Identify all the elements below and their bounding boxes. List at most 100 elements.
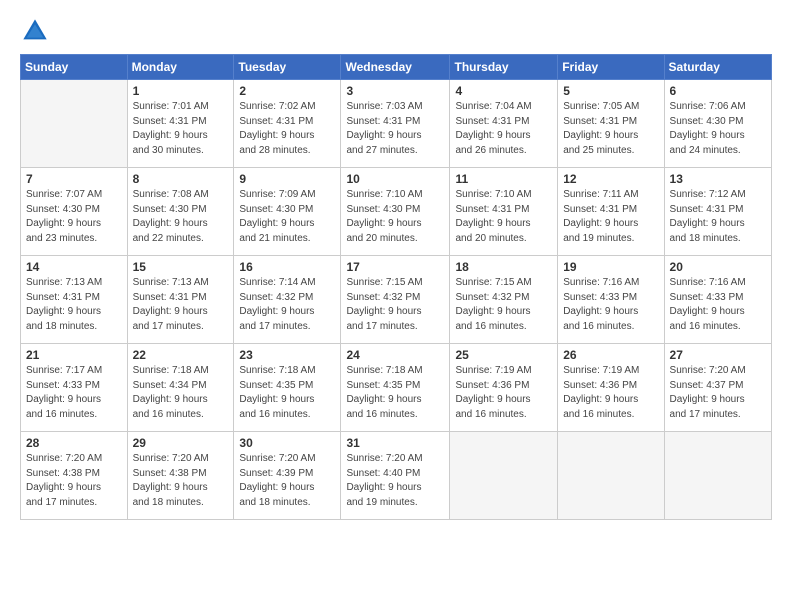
calendar-cell: 21 Sunrise: 7:17 AMSunset: 4:33 PMDayligh… [21, 344, 128, 432]
logo-icon [20, 16, 50, 46]
day-info: Sunrise: 7:02 AMSunset: 4:31 PMDaylight:… [239, 100, 335, 158]
calendar-cell: 12 Sunrise: 7:11 AMSunset: 4:31 PMDayligh… [558, 168, 664, 256]
calendar-cell: 23 Sunrise: 7:18 AMSunset: 4:35 PMDayligh… [234, 344, 341, 432]
day-info: Sunrise: 7:20 AMSunset: 4:39 PMDaylight:… [239, 452, 335, 510]
calendar-header-row: SundayMondayTuesdayWednesdayThursdayFrid… [21, 55, 772, 80]
day-number: 9 [239, 172, 335, 186]
calendar-cell: 6Sunrise: 7:06 AMSunset: 4:30 PMDaylight… [664, 80, 771, 168]
day-number: 14 [26, 260, 122, 274]
calendar-cell: 27Sunrise: 7:20 AMSunset: 4:37 PMDayligh… [664, 344, 771, 432]
calendar-week-1: 1 Sunrise: 7:01 AMSunset: 4:31 PMDaylight… [21, 80, 772, 168]
day-number: 19 [563, 260, 658, 274]
day-number: 18 [455, 260, 552, 274]
day-info: Sunrise: 7:16 AMSunset: 4:33 PMDaylight:… [670, 276, 766, 334]
calendar-cell: 14Sunrise: 7:13 AMSunset: 4:31 PMDayligh… [21, 256, 128, 344]
calendar-cell: 16Sunrise: 7:14 AMSunset: 4:32 PMDayligh… [234, 256, 341, 344]
calendar-cell: 19 Sunrise: 7:16 AMSunset: 4:33 PMDayligh… [558, 256, 664, 344]
day-number: 8 [133, 172, 229, 186]
day-number: 16 [239, 260, 335, 274]
calendar-cell [450, 432, 558, 520]
day-number: 10 [346, 172, 444, 186]
day-info: Sunrise: 7:09 AMSunset: 4:30 PMDaylight:… [239, 188, 335, 246]
calendar-week-3: 14Sunrise: 7:13 AMSunset: 4:31 PMDayligh… [21, 256, 772, 344]
calendar-cell: 20 Sunrise: 7:16 AMSunset: 4:33 PMDayligh… [664, 256, 771, 344]
day-info: Sunrise: 7:15 AMSunset: 4:32 PMDaylight:… [455, 276, 552, 334]
calendar-cell: 11Sunrise: 7:10 AMSunset: 4:31 PMDayligh… [450, 168, 558, 256]
day-info: Sunrise: 7:04 AMSunset: 4:31 PMDaylight:… [455, 100, 552, 158]
day-header-tuesday: Tuesday [234, 55, 341, 80]
calendar-week-2: 7 Sunrise: 7:07 AMSunset: 4:30 PMDaylight… [21, 168, 772, 256]
day-info: Sunrise: 7:08 AMSunset: 4:30 PMDaylight:… [133, 188, 229, 246]
day-number: 20 [670, 260, 766, 274]
calendar-cell: 3 Sunrise: 7:03 AMSunset: 4:31 PMDaylight… [341, 80, 450, 168]
calendar-cell [21, 80, 128, 168]
page: SundayMondayTuesdayWednesdayThursdayFrid… [0, 0, 792, 612]
day-number: 15 [133, 260, 229, 274]
header [20, 16, 772, 46]
logo [20, 16, 54, 46]
calendar-cell: 24 Sunrise: 7:18 AMSunset: 4:35 PMDayligh… [341, 344, 450, 432]
day-header-thursday: Thursday [450, 55, 558, 80]
day-info: Sunrise: 7:11 AMSunset: 4:31 PMDaylight:… [563, 188, 658, 246]
day-info: Sunrise: 7:03 AMSunset: 4:31 PMDaylight:… [346, 100, 444, 158]
calendar-cell: 2Sunrise: 7:02 AMSunset: 4:31 PMDaylight… [234, 80, 341, 168]
day-info: Sunrise: 7:19 AMSunset: 4:36 PMDaylight:… [455, 364, 552, 422]
calendar-cell: 22Sunrise: 7:18 AMSunset: 4:34 PMDayligh… [127, 344, 234, 432]
calendar-week-5: 28 Sunrise: 7:20 AMSunset: 4:38 PMDayligh… [21, 432, 772, 520]
calendar-cell: 29Sunrise: 7:20 AMSunset: 4:38 PMDayligh… [127, 432, 234, 520]
calendar-cell [664, 432, 771, 520]
calendar-cell [558, 432, 664, 520]
day-number: 28 [26, 436, 122, 450]
day-number: 24 [346, 348, 444, 362]
day-info: Sunrise: 7:19 AMSunset: 4:36 PMDaylight:… [563, 364, 658, 422]
day-header-saturday: Saturday [664, 55, 771, 80]
day-number: 1 [133, 84, 229, 98]
day-info: Sunrise: 7:10 AMSunset: 4:31 PMDaylight:… [455, 188, 552, 246]
calendar-cell: 17 Sunrise: 7:15 AMSunset: 4:32 PMDayligh… [341, 256, 450, 344]
calendar-cell: 18 Sunrise: 7:15 AMSunset: 4:32 PMDayligh… [450, 256, 558, 344]
day-number: 6 [670, 84, 766, 98]
day-number: 27 [670, 348, 766, 362]
day-info: Sunrise: 7:20 AMSunset: 4:40 PMDaylight:… [346, 452, 444, 510]
day-info: Sunrise: 7:01 AMSunset: 4:31 PMDaylight:… [133, 100, 229, 158]
calendar-cell: 9 Sunrise: 7:09 AMSunset: 4:30 PMDaylight… [234, 168, 341, 256]
calendar-cell: 15Sunrise: 7:13 AMSunset: 4:31 PMDayligh… [127, 256, 234, 344]
day-number: 25 [455, 348, 552, 362]
calendar-cell: 26 Sunrise: 7:19 AMSunset: 4:36 PMDayligh… [558, 344, 664, 432]
day-info: Sunrise: 7:18 AMSunset: 4:35 PMDaylight:… [346, 364, 444, 422]
day-info: Sunrise: 7:05 AMSunset: 4:31 PMDaylight:… [563, 100, 658, 158]
day-info: Sunrise: 7:18 AMSunset: 4:34 PMDaylight:… [133, 364, 229, 422]
day-number: 5 [563, 84, 658, 98]
day-number: 12 [563, 172, 658, 186]
day-info: Sunrise: 7:12 AMSunset: 4:31 PMDaylight:… [670, 188, 766, 246]
day-number: 30 [239, 436, 335, 450]
calendar-cell: 7 Sunrise: 7:07 AMSunset: 4:30 PMDaylight… [21, 168, 128, 256]
day-info: Sunrise: 7:16 AMSunset: 4:33 PMDaylight:… [563, 276, 658, 334]
day-info: Sunrise: 7:07 AMSunset: 4:30 PMDaylight:… [26, 188, 122, 246]
calendar-cell: 30 Sunrise: 7:20 AMSunset: 4:39 PMDayligh… [234, 432, 341, 520]
day-number: 7 [26, 172, 122, 186]
day-header-wednesday: Wednesday [341, 55, 450, 80]
day-number: 23 [239, 348, 335, 362]
day-number: 13 [670, 172, 766, 186]
day-info: Sunrise: 7:10 AMSunset: 4:30 PMDaylight:… [346, 188, 444, 246]
day-number: 3 [346, 84, 444, 98]
day-header-sunday: Sunday [21, 55, 128, 80]
calendar-cell: 31Sunrise: 7:20 AMSunset: 4:40 PMDayligh… [341, 432, 450, 520]
calendar-cell: 13 Sunrise: 7:12 AMSunset: 4:31 PMDayligh… [664, 168, 771, 256]
calendar-cell: 28 Sunrise: 7:20 AMSunset: 4:38 PMDayligh… [21, 432, 128, 520]
day-header-friday: Friday [558, 55, 664, 80]
day-info: Sunrise: 7:18 AMSunset: 4:35 PMDaylight:… [239, 364, 335, 422]
day-info: Sunrise: 7:17 AMSunset: 4:33 PMDaylight:… [26, 364, 122, 422]
day-number: 17 [346, 260, 444, 274]
calendar-cell: 5 Sunrise: 7:05 AMSunset: 4:31 PMDaylight… [558, 80, 664, 168]
calendar-cell: 10 Sunrise: 7:10 AMSunset: 4:30 PMDayligh… [341, 168, 450, 256]
calendar-cell: 4 Sunrise: 7:04 AMSunset: 4:31 PMDaylight… [450, 80, 558, 168]
day-info: Sunrise: 7:15 AMSunset: 4:32 PMDaylight:… [346, 276, 444, 334]
day-number: 21 [26, 348, 122, 362]
calendar-cell: 25 Sunrise: 7:19 AMSunset: 4:36 PMDayligh… [450, 344, 558, 432]
calendar-cell: 8 Sunrise: 7:08 AMSunset: 4:30 PMDaylight… [127, 168, 234, 256]
day-number: 4 [455, 84, 552, 98]
day-info: Sunrise: 7:20 AMSunset: 4:38 PMDaylight:… [26, 452, 122, 510]
day-number: 26 [563, 348, 658, 362]
